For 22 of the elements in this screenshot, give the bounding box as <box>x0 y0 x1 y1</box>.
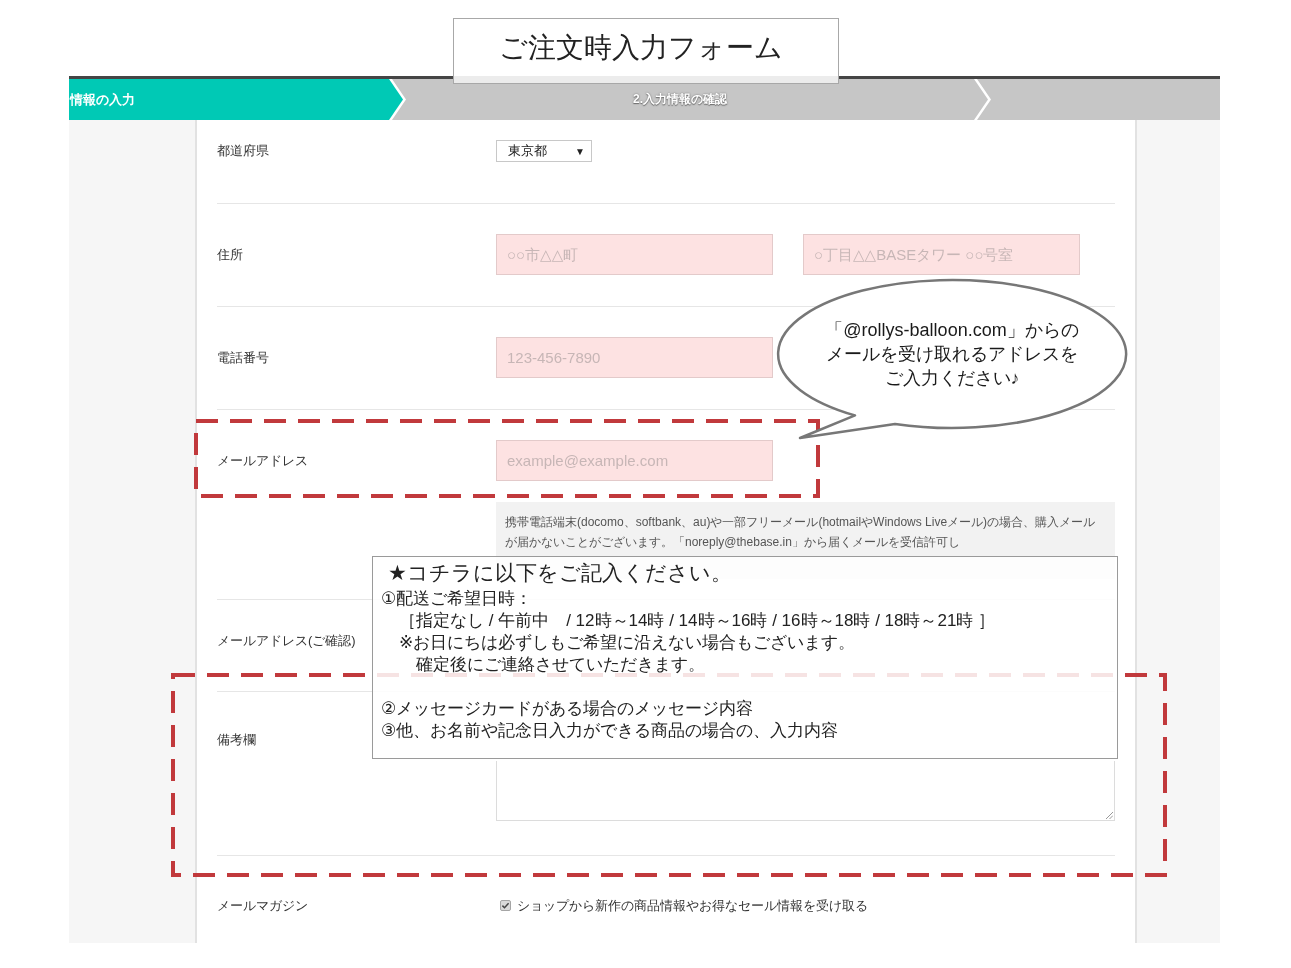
field-label: メールマガジン <box>217 896 308 915</box>
field-label: 電話番号 <box>217 348 269 367</box>
form-title: ご注文時入力フォーム <box>452 18 839 84</box>
checkbox-label: ショップから新作の商品情報やお得なセール情報を受け取る <box>517 896 868 915</box>
instruction-item: ②メッセージカードがある場合のメッセージ内容 <box>381 698 755 720</box>
field-label: メールアドレス <box>217 451 308 470</box>
field-label: メールアドレス(ご確認) <box>217 631 356 650</box>
resize-grip-icon[interactable] <box>1105 811 1113 819</box>
prefecture-select[interactable]: 東京都 ▼ <box>496 140 592 162</box>
field-label: 都道府県 <box>217 142 269 160</box>
instruction-heading: ★コチラに以下をご記入ください。 <box>387 560 733 586</box>
bubble-text: 「@rollys-balloon.com」からの メールを受け取れるアドレスを ご入力ください♪ <box>824 319 1080 390</box>
instruction-note: ※お日にちは必ずしもご希望に沿えない場合もございます。 確定後にご連絡させていただきます。 <box>398 632 857 676</box>
time-options-text: ［指定なし / 午前中 / 12時～14時 / 14時～16時 / 16時～18時 / 18時～21時 ］ <box>398 610 997 632</box>
caret-icon: ▼ <box>575 145 585 157</box>
instruction-item: ③他、お名前や記念日入力ができる商品の場合の、入力内容 <box>381 720 840 742</box>
notice-text: 携帯電話端末(docomo、softbank、au)や一部フリーメール(hotmailやWindows Liveメール)の場合、購入メールが届かないことがございます。「noreply@thebase.in」から届くメールを受信許可し <box>505 514 1097 551</box>
field-label: 住所 <box>217 245 243 264</box>
progress-step: 情報の入力 <box>69 79 403 120</box>
checkbox[interactable] <box>500 900 511 911</box>
field-label: 備考欄 <box>217 730 256 749</box>
instruction-item: ①配送ご希望日時： <box>381 588 534 610</box>
